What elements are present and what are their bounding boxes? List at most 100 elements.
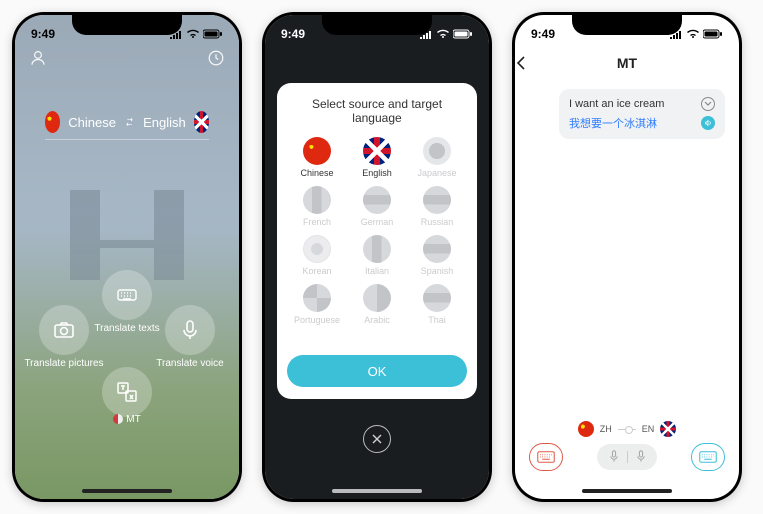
language-option-french: French <box>287 184 347 229</box>
keyboard-icon <box>699 450 717 464</box>
wifi-icon <box>436 29 450 39</box>
language-option-spanish: Spanish <box>407 233 467 278</box>
target-lang-code: EN <box>642 424 655 434</box>
language-label: French <box>303 217 331 227</box>
language-option-korean: Korean <box>287 233 347 278</box>
keyboard-target-button[interactable] <box>691 443 725 471</box>
translate-texts-label: Translate texts <box>82 323 172 334</box>
language-select-modal: Select source and target language Chines… <box>277 83 477 399</box>
translate-voice-button[interactable] <box>165 305 215 355</box>
language-option-italian: Italian <box>347 233 407 278</box>
flag-uk-icon <box>660 421 676 437</box>
ok-button[interactable]: OK <box>287 355 467 387</box>
translate-pictures-label: Translate pictures <box>19 358 109 369</box>
language-option-thai: Thai <box>407 282 467 327</box>
language-option-chinese[interactable]: Chinese <box>287 135 347 180</box>
microphone-icon <box>636 450 646 464</box>
translate-texts-button[interactable] <box>102 270 152 320</box>
play-audio-button[interactable] <box>701 116 715 130</box>
target-language-label: English <box>143 115 186 130</box>
flag-thai-icon <box>423 284 451 312</box>
modal-title: Select source and target language <box>287 97 467 125</box>
message-target-text: 我想要一个冰淇淋 <box>569 115 657 131</box>
message-source-text: I want an ice cream <box>569 98 664 110</box>
flag-spanish-icon <box>423 235 451 263</box>
voice-input-button[interactable] <box>597 444 657 470</box>
battery-icon <box>703 29 723 39</box>
microphone-icon <box>178 318 202 342</box>
profile-icon[interactable] <box>29 49 47 67</box>
keyboard-icon <box>537 450 555 464</box>
home-indicator <box>82 489 172 493</box>
chat-header: MT <box>515 49 739 77</box>
status-time: 9:49 <box>31 27 55 41</box>
home-indicator <box>582 489 672 493</box>
translate-document-button[interactable] <box>102 367 152 417</box>
language-label: Japanese <box>417 168 456 178</box>
home-indicator <box>332 489 422 493</box>
close-button[interactable] <box>363 425 391 453</box>
flag-russian-icon <box>423 186 451 214</box>
expand-button[interactable] <box>701 97 715 111</box>
flag-korean-icon <box>303 235 331 263</box>
flag-portuguese-icon <box>303 284 331 312</box>
language-label: Thai <box>428 315 446 325</box>
language-label: Russian <box>421 217 454 227</box>
brand-label: MT <box>15 414 239 425</box>
message-bubble[interactable]: I want an ice cream 我想要一个冰淇淋 <box>559 89 725 139</box>
swap-icon[interactable] <box>124 114 135 130</box>
translate-voice-label: Translate voice <box>145 358 235 369</box>
flag-french-icon <box>303 186 331 214</box>
swap-toggle[interactable] <box>618 429 636 430</box>
language-option-german: German <box>347 184 407 229</box>
language-option-english[interactable]: English <box>347 135 407 180</box>
translate-icon <box>115 380 139 404</box>
language-option-japanese: Japanese <box>407 135 467 180</box>
keyboard-icon <box>115 283 139 307</box>
keyboard-source-button[interactable] <box>529 443 563 471</box>
status-time: 9:49 <box>281 27 305 41</box>
background-image <box>15 15 239 499</box>
flag-china-icon <box>578 421 594 437</box>
phone-screen-chat: 9:49 MT I want an ice cream 我想要一个冰淇淋 <box>512 12 742 502</box>
battery-icon <box>453 29 473 39</box>
language-label: Portuguese <box>294 315 340 325</box>
flag-china-icon <box>303 137 331 165</box>
language-label: Korean <box>302 266 331 276</box>
phone-screen-home: 9:49 Chinese English Translate texts Tra… <box>12 12 242 502</box>
language-option-arabic: Arabic <box>347 282 407 327</box>
flag-uk-icon <box>194 111 209 133</box>
camera-icon <box>52 318 76 342</box>
language-label: Chinese <box>300 168 333 178</box>
language-option-portuguese: Portuguese <box>287 282 347 327</box>
language-option-russian: Russian <box>407 184 467 229</box>
language-grid: Chinese English Japanese French German Russia… <box>287 135 467 349</box>
language-label: Arabic <box>364 315 390 325</box>
source-language-label: Chinese <box>68 115 116 130</box>
flag-china-icon <box>45 111 60 133</box>
language-label: Italian <box>365 266 389 276</box>
sound-icon <box>704 119 712 127</box>
flag-italian-icon <box>363 235 391 263</box>
status-time: 9:49 <box>531 27 555 41</box>
flag-uk-icon <box>363 137 391 165</box>
history-icon[interactable] <box>207 49 225 67</box>
flag-arabic-icon <box>363 284 391 312</box>
language-pair-bar[interactable]: Chinese English <box>45 111 209 140</box>
flag-german-icon <box>363 186 391 214</box>
chat-title: MT <box>515 55 739 71</box>
source-lang-code: ZH <box>600 424 612 434</box>
phone-screen-language-select: 9:49 Select source and target language C… <box>262 12 492 502</box>
wifi-icon <box>186 29 200 39</box>
language-label: German <box>361 217 394 227</box>
bottom-bar: ZH EN <box>515 421 739 481</box>
microphone-icon <box>609 450 619 464</box>
close-icon <box>371 433 383 445</box>
flag-japanese-icon <box>423 137 451 165</box>
chevron-down-icon <box>704 101 712 107</box>
wifi-icon <box>686 29 700 39</box>
translate-pictures-button[interactable] <box>39 305 89 355</box>
language-label: Spanish <box>421 266 454 276</box>
language-label: English <box>362 168 392 178</box>
battery-icon <box>203 29 223 39</box>
